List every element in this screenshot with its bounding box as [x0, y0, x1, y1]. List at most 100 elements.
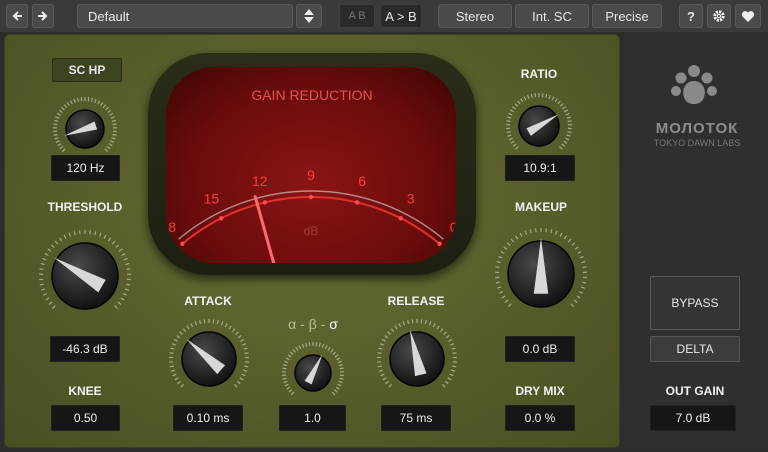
ratio-value[interactable]: 10.9:1	[505, 155, 575, 181]
ratio-label: RATIO	[520, 67, 558, 81]
knob-tick	[107, 237, 112, 242]
knob-tick	[44, 252, 49, 257]
knob-tick	[559, 146, 563, 150]
plugin-window: Default A B A > B Stereo Int. SC Precise…	[0, 0, 768, 452]
knob-tick	[111, 119, 116, 122]
attack-value[interactable]: 0.10 ms	[173, 405, 243, 431]
knob-tick	[292, 349, 296, 353]
knob-tick	[335, 386, 340, 390]
mode-sigma[interactable]: σ	[329, 316, 338, 332]
knob-tick	[578, 291, 584, 294]
copy-a-to-b-button[interactable]: A > B	[380, 4, 422, 28]
attack-knob[interactable]	[163, 314, 255, 405]
knob-tick	[450, 343, 455, 346]
knob-tick	[115, 244, 120, 248]
help-button[interactable]: ?	[679, 4, 703, 28]
knob-tick	[402, 321, 406, 326]
chevron-down-icon[interactable]	[304, 17, 314, 23]
knob-tick	[508, 112, 513, 116]
mode-knob[interactable]	[280, 340, 346, 407]
sc-hp-button[interactable]: SC HP	[52, 58, 122, 82]
ab-toggle[interactable]: A B	[339, 4, 375, 28]
knob-tick	[452, 365, 457, 368]
knob-tick	[125, 262, 130, 266]
molotok-logo-icon	[671, 65, 717, 104]
knob-tick	[287, 354, 292, 358]
sc-hp-knob[interactable]	[52, 96, 118, 163]
knob-tick	[118, 248, 123, 252]
mode-value[interactable]: 1.0	[279, 405, 346, 431]
knob-tick	[506, 242, 511, 246]
ratio-knob-svg	[506, 93, 572, 150]
knob-tick	[394, 325, 398, 330]
preset-selector[interactable]: Default	[77, 4, 293, 28]
knob-tick	[339, 367, 344, 370]
meter-scale-label: 18	[166, 219, 176, 235]
int-sc-button[interactable]: Int. SC	[515, 4, 589, 28]
knob-tick	[448, 338, 453, 342]
knob-tick	[126, 268, 131, 271]
threshold-value[interactable]: -46.3 dB	[50, 336, 120, 362]
chevron-up-icon[interactable]	[304, 9, 314, 15]
knob-tick	[190, 323, 194, 328]
knob-tick	[53, 133, 58, 136]
knob-tick	[124, 288, 129, 291]
knob-tick	[39, 268, 44, 271]
knob-tick	[282, 377, 287, 380]
knob-tick	[506, 120, 511, 123]
knob-tick	[47, 248, 52, 252]
knob-tick	[497, 286, 502, 289]
favorite-button[interactable]	[735, 4, 761, 28]
preset-stepper[interactable]	[296, 4, 322, 28]
delta-button[interactable]: DELTA	[650, 336, 740, 362]
knob-tick	[54, 240, 59, 245]
threshold-knob[interactable]	[30, 224, 140, 329]
knob-tick	[231, 328, 236, 333]
knob-tick	[334, 354, 339, 358]
knob-tick	[576, 295, 581, 299]
knob-tick	[451, 369, 456, 372]
knob-tick	[172, 373, 177, 377]
knob-tick	[109, 112, 114, 116]
dry-mix-label: DRY MIX	[515, 384, 565, 398]
out-gain-value[interactable]: 7.0 dB	[650, 405, 736, 431]
knob-tick	[557, 100, 561, 105]
knob-tick	[390, 328, 395, 333]
release-knob[interactable]	[371, 314, 463, 405]
knob-tick	[241, 373, 246, 377]
knob-tick	[498, 255, 503, 259]
forward-button[interactable]	[32, 4, 54, 28]
settings-button[interactable]	[707, 4, 731, 28]
makeup-knob[interactable]	[486, 222, 596, 327]
knob-tick	[117, 301, 122, 305]
stereo-button[interactable]: Stereo	[438, 4, 512, 28]
meter-unit: dB	[304, 224, 319, 238]
makeup-value[interactable]: 0.0 dB	[505, 336, 575, 362]
knob-tick	[563, 140, 568, 144]
ratio-knob[interactable]	[506, 93, 572, 160]
knob-tick	[76, 97, 80, 102]
dry-mix-value[interactable]: 0.0 %	[505, 405, 575, 431]
back-button[interactable]	[6, 4, 28, 28]
knob-tick	[527, 94, 530, 100]
knob-tick	[106, 145, 111, 150]
knob-tick	[53, 123, 58, 126]
meter-needle	[253, 195, 276, 263]
bypass-button[interactable]: BYPASS	[650, 276, 740, 330]
knob-tick	[107, 109, 112, 114]
knob-tick	[545, 93, 548, 98]
sc-hp-value[interactable]: 120 Hz	[51, 155, 120, 181]
precise-button[interactable]: Precise	[592, 4, 662, 28]
knob-tick	[582, 266, 587, 269]
knob-tick	[339, 377, 344, 380]
knob-tick	[579, 255, 584, 259]
release-value[interactable]: 75 ms	[381, 405, 451, 431]
knob-tick	[298, 345, 302, 350]
knob-tick	[439, 328, 444, 333]
knob-tick	[561, 143, 566, 147]
mode-alpha[interactable]: α	[288, 316, 296, 332]
knob-tick	[63, 104, 68, 109]
knob-tick	[235, 331, 239, 336]
knee-value[interactable]: 0.50	[51, 405, 120, 431]
mode-beta[interactable]: β	[309, 316, 317, 332]
